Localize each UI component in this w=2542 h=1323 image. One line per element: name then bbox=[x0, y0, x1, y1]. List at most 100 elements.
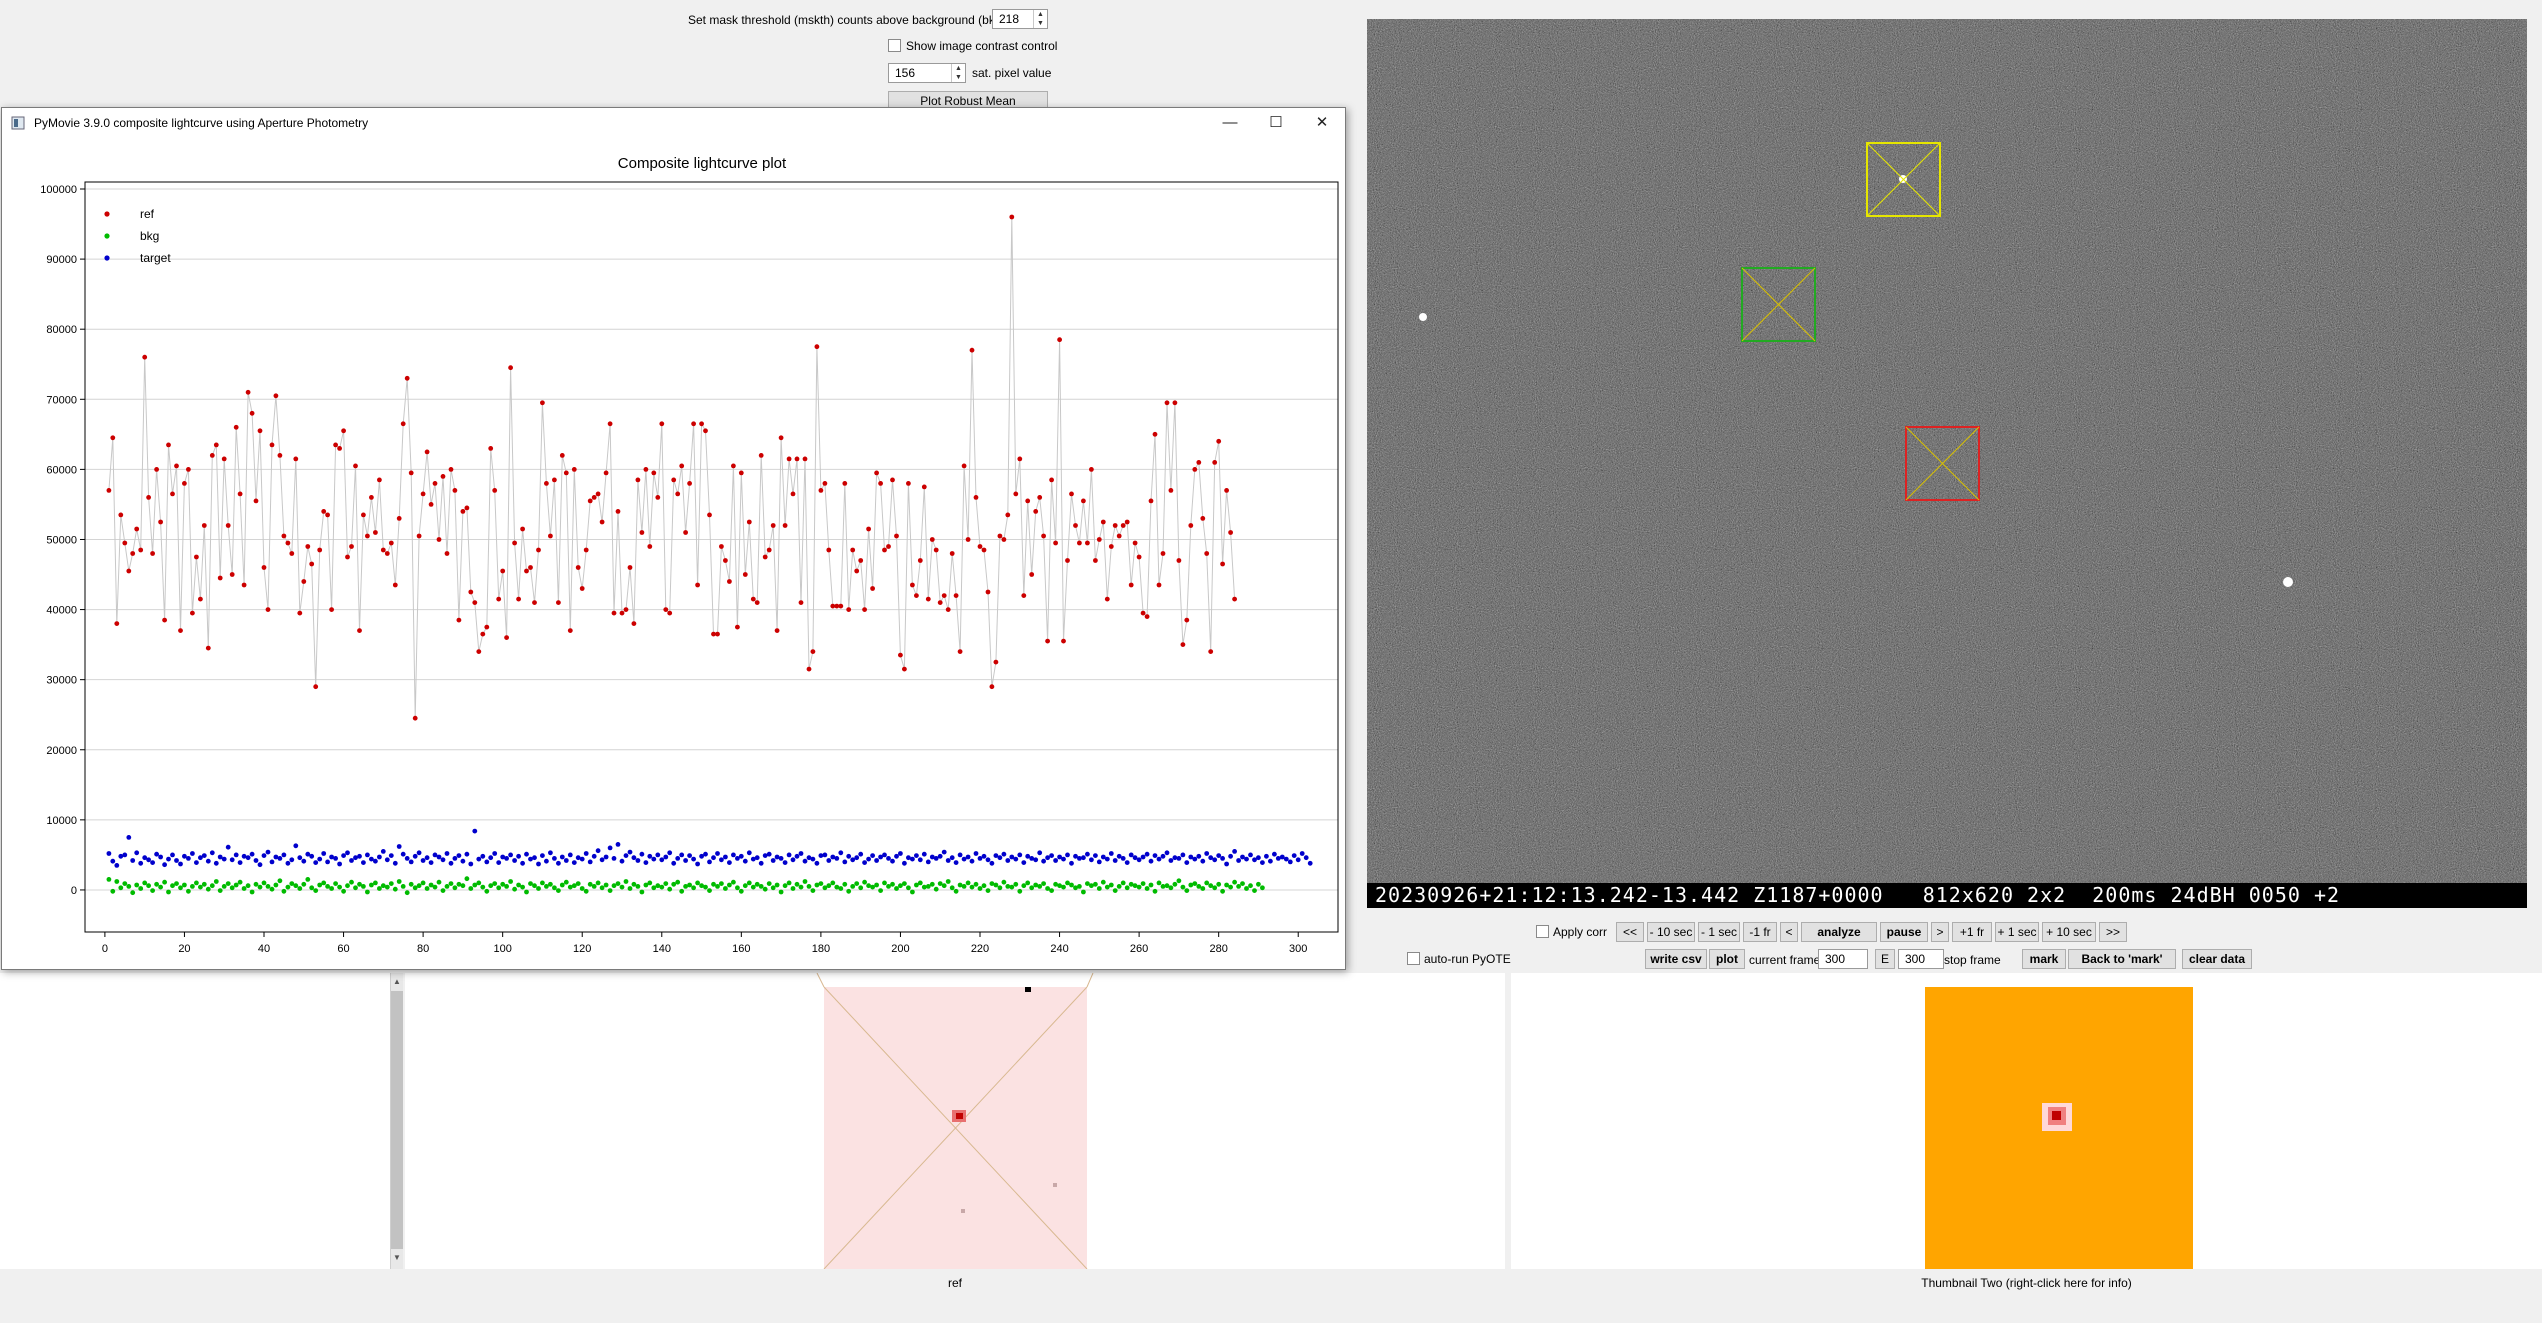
data-point-target bbox=[1148, 858, 1154, 864]
clear-data-button[interactable]: clear data bbox=[2182, 949, 2252, 969]
data-point-bkg bbox=[591, 884, 597, 889]
data-point-target bbox=[1200, 858, 1206, 864]
data-point-ref bbox=[1013, 491, 1019, 497]
scroll-down-icon[interactable]: ▼ bbox=[393, 1253, 401, 1262]
data-point-ref bbox=[1025, 498, 1031, 504]
data-point-ref bbox=[209, 453, 215, 458]
y-tick-label: 50000 bbox=[46, 534, 77, 546]
back-10-sec-button[interactable]: - 10 sec bbox=[1647, 922, 1695, 942]
data-point-bkg bbox=[154, 881, 160, 887]
data-point-target bbox=[957, 852, 963, 858]
data-point-target bbox=[687, 853, 692, 858]
data-point-target bbox=[205, 858, 211, 864]
data-point-ref bbox=[647, 544, 653, 549]
spin-arrows-icon[interactable]: ▲ ▼ bbox=[1033, 10, 1047, 28]
back-1-sec-button[interactable]: - 1 sec bbox=[1698, 922, 1740, 942]
data-point-ref bbox=[500, 568, 506, 574]
data-point-bkg bbox=[217, 888, 223, 893]
step-forward-button[interactable]: > bbox=[1931, 922, 1949, 942]
data-point-target bbox=[277, 856, 283, 861]
step-back-button[interactable]: < bbox=[1780, 922, 1798, 942]
write-csv-button[interactable]: write csv bbox=[1645, 949, 1707, 969]
e-button[interactable]: E bbox=[1875, 949, 1895, 969]
plot-window-titlebar[interactable]: PyMovie 3.9.0 composite lightcurve using… bbox=[2, 108, 1345, 139]
data-point-ref bbox=[818, 488, 824, 493]
data-point-target bbox=[1295, 857, 1301, 863]
plot-button[interactable]: plot bbox=[1709, 949, 1745, 969]
data-point-ref bbox=[273, 393, 279, 399]
data-point-target bbox=[472, 828, 478, 834]
data-point-ref bbox=[579, 586, 585, 591]
main-image-view[interactable]: 20230926+21:12:13.242-13.442 Z1187+0000 … bbox=[1367, 19, 2527, 908]
data-point-ref bbox=[679, 463, 685, 469]
data-point-ref bbox=[1104, 596, 1110, 602]
data-point-ref bbox=[921, 484, 927, 490]
jump-start-button[interactable]: << bbox=[1616, 922, 1644, 942]
text-log-panel[interactable] bbox=[0, 973, 390, 1269]
data-point-ref bbox=[611, 610, 617, 616]
analyze-button[interactable]: analyze bbox=[1801, 922, 1877, 942]
data-point-target bbox=[1041, 858, 1046, 864]
sat-pixel-spinbox[interactable]: 156 ▲ ▼ bbox=[888, 63, 966, 83]
close-icon[interactable]: ✕ bbox=[1299, 108, 1345, 138]
lightcurve-chart[interactable]: 0 10000 20000 30000 40000 50000 60000 70000 8000… bbox=[2, 138, 1345, 969]
data-point-ref bbox=[313, 684, 319, 690]
forward-10-sec-button[interactable]: + 10 sec bbox=[2042, 922, 2096, 942]
data-point-bkg bbox=[723, 886, 728, 891]
data-point-ref bbox=[961, 463, 967, 469]
data-point-bkg bbox=[484, 888, 490, 894]
stop-frame-input[interactable]: 300 bbox=[1898, 949, 1944, 969]
jump-end-button[interactable]: >> bbox=[2099, 922, 2127, 942]
scroll-up-icon[interactable]: ▲ bbox=[393, 977, 401, 986]
back-1-frame-button[interactable]: -1 fr bbox=[1743, 922, 1777, 942]
data-point-target bbox=[1112, 858, 1118, 863]
data-point-ref bbox=[321, 509, 327, 514]
minimize-icon[interactable]: — bbox=[1207, 108, 1253, 138]
mask-threshold-spinbox[interactable]: 218 ▲ ▼ bbox=[992, 9, 1048, 29]
data-point-bkg bbox=[313, 888, 319, 893]
data-point-bkg bbox=[277, 878, 283, 884]
data-point-target bbox=[301, 858, 307, 864]
x-tick-label: 160 bbox=[732, 943, 750, 955]
apply-corr-checkbox[interactable] bbox=[1536, 925, 1549, 938]
forward-1-frame-button[interactable]: +1 fr bbox=[1952, 922, 1992, 942]
data-point-target bbox=[647, 853, 653, 859]
data-point-bkg bbox=[134, 882, 140, 888]
data-point-target bbox=[1128, 852, 1134, 858]
forward-1-sec-button[interactable]: + 1 sec bbox=[1995, 922, 2039, 942]
auto-run-pyote-checkbox[interactable] bbox=[1407, 952, 1420, 965]
thumbnail-two-panel[interactable] bbox=[1511, 973, 2542, 1269]
data-point-bkg bbox=[297, 886, 303, 891]
back-to-mark-button[interactable]: Back to 'mark' bbox=[2068, 949, 2176, 969]
spin-arrows-icon[interactable]: ▲ ▼ bbox=[951, 64, 965, 82]
plot-area[interactable]: 0 10000 20000 30000 40000 50000 60000 70000 8000… bbox=[2, 138, 1345, 969]
data-point-ref bbox=[1212, 460, 1218, 465]
data-point-ref bbox=[727, 579, 732, 584]
data-point-target bbox=[595, 848, 601, 854]
thumbnail-one-panel[interactable] bbox=[405, 973, 1505, 1269]
data-point-bkg bbox=[404, 890, 410, 896]
data-point-target bbox=[285, 860, 291, 866]
data-point-target bbox=[1069, 860, 1074, 866]
current-frame-input[interactable]: 300 bbox=[1818, 949, 1868, 969]
data-point-ref bbox=[492, 488, 498, 493]
data-point-ref bbox=[508, 365, 513, 371]
data-point-bkg bbox=[321, 880, 327, 886]
scrollbar-thumb[interactable] bbox=[391, 991, 403, 1249]
data-point-target bbox=[671, 860, 677, 866]
data-point-ref bbox=[651, 470, 657, 476]
data-point-ref bbox=[134, 526, 140, 532]
sat-pixel-value: 156 bbox=[895, 66, 916, 80]
data-point-ref bbox=[1021, 593, 1027, 598]
lightcurve-plot-window[interactable]: PyMovie 3.9.0 composite lightcurve using… bbox=[1, 107, 1346, 970]
data-point-bkg bbox=[424, 886, 430, 891]
show-contrast-checkbox[interactable] bbox=[888, 39, 901, 52]
data-point-target bbox=[949, 855, 955, 861]
thumbnail-two-caption[interactable]: Thumbnail Two (right-click here for info… bbox=[1511, 1276, 2542, 1290]
maximize-icon[interactable]: ☐ bbox=[1253, 108, 1299, 138]
log-scrollbar[interactable]: ▲ ▼ bbox=[390, 973, 403, 1269]
data-point-target bbox=[1244, 856, 1249, 862]
data-point-bkg bbox=[906, 885, 911, 891]
mark-button[interactable]: mark bbox=[2022, 949, 2066, 969]
pause-button[interactable]: pause bbox=[1880, 922, 1928, 942]
